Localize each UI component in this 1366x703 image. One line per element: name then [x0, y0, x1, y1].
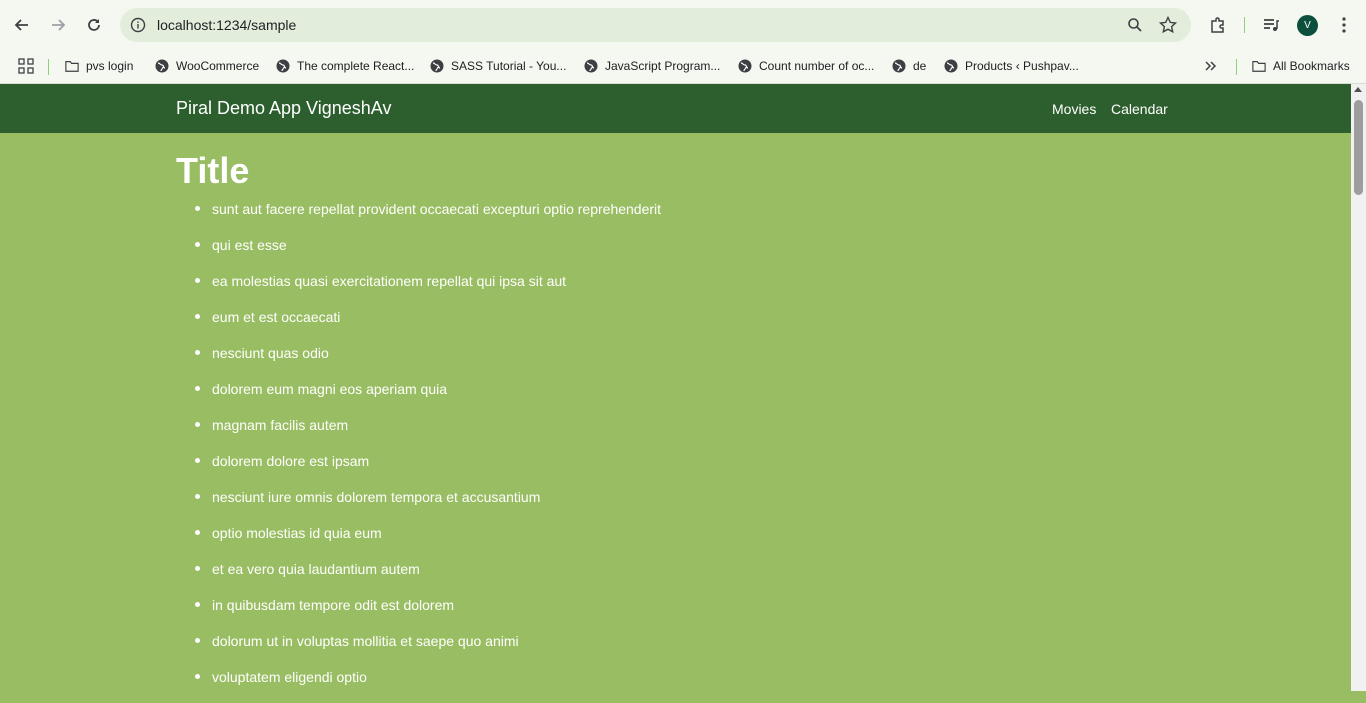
bookmark-star-icon[interactable]: [1158, 15, 1178, 35]
list-item: in quibusdam tempore odit est dolorem: [194, 595, 661, 631]
bookmark-item[interactable]: Count number of oc...: [738, 56, 874, 76]
list-item: qui est esse: [194, 235, 661, 271]
double-chevron-right-icon: [1205, 61, 1217, 71]
toolbar-divider: [1244, 17, 1245, 33]
bookmark-item[interactable]: de: [892, 56, 926, 76]
apps-grid-icon: [18, 58, 34, 74]
globe-icon: [892, 59, 906, 73]
bookmark-label: de: [913, 59, 927, 73]
list-item: nesciunt iure omnis dolorem tempora et a…: [194, 487, 661, 523]
browser-toolbar: localhost:1234/sample V: [0, 0, 1366, 50]
profile-avatar[interactable]: V: [1297, 15, 1318, 36]
bookmark-item[interactable]: Products ‹ Pushpav...: [944, 56, 1079, 76]
main-content: Title sunt aut facere repellat provident…: [0, 133, 1351, 691]
arrow-right-icon: [52, 19, 66, 31]
folder-icon: [1252, 59, 1266, 73]
bookmark-item[interactable]: The complete React...: [276, 56, 414, 76]
apps-button[interactable]: [18, 56, 34, 76]
media-control-button[interactable]: [1257, 11, 1285, 39]
puzzle-icon: [1211, 17, 1224, 33]
globe-icon: [276, 59, 290, 73]
list-item: voluptatem eligendi optio: [194, 667, 661, 703]
back-button[interactable]: [8, 11, 36, 39]
bookmark-label: WooCommerce: [176, 59, 260, 73]
page-scrollbar[interactable]: [1351, 84, 1366, 691]
url-text[interactable]: localhost:1234/sample: [157, 17, 296, 33]
scroll-up-arrow-icon[interactable]: [1354, 87, 1362, 92]
all-bookmarks-label: All Bookmarks: [1273, 59, 1350, 73]
bookmarks-bar: pvs login WooCommerce The complete React…: [0, 50, 1366, 84]
list-item: sunt aut facere repellat provident occae…: [194, 199, 661, 235]
list-item: dolorem eum magni eos aperiam quia: [194, 379, 661, 415]
bookmark-item[interactable]: JavaScript Program...: [584, 56, 720, 76]
arrow-left-icon: [14, 19, 28, 31]
bookmark-item[interactable]: SASS Tutorial - You...: [430, 56, 566, 76]
nav-link-movies[interactable]: Movies: [1052, 101, 1096, 117]
playlist-icon: [1264, 19, 1279, 31]
bookmark-label: JavaScript Program...: [605, 59, 721, 73]
address-bar[interactable]: localhost:1234/sample: [120, 8, 1191, 42]
page-title: Title: [176, 150, 250, 191]
bookmark-label: Count number of oc...: [759, 59, 875, 73]
bookmarks-divider: [1236, 59, 1237, 75]
list-item: dolorem dolore est ipsam: [194, 451, 661, 487]
app-brand[interactable]: Piral Demo App VigneshAv: [176, 98, 391, 119]
list-item: et ea vero quia laudantium autem: [194, 559, 661, 595]
browser-menu-button[interactable]: [1330, 11, 1358, 39]
globe-icon: [155, 59, 169, 73]
list-item: optio molestias id quia eum: [194, 523, 661, 559]
extensions-button[interactable]: [1204, 11, 1232, 39]
reload-icon: [88, 19, 100, 31]
all-bookmarks-button[interactable]: All Bookmarks: [1252, 56, 1350, 76]
bookmark-label: pvs login: [86, 59, 134, 73]
reload-button[interactable]: [80, 11, 108, 39]
list-item: dolorum ut in voluptas mollitia et saepe…: [194, 631, 661, 667]
site-info-icon[interactable]: [128, 15, 148, 35]
list-item: magnam facilis autem: [194, 415, 661, 451]
bookmark-item[interactable]: WooCommerce: [155, 56, 259, 76]
list-item: nesciunt quas odio: [194, 343, 661, 379]
bookmark-label: SASS Tutorial - You...: [451, 59, 567, 73]
globe-icon: [430, 59, 444, 73]
globe-icon: [944, 59, 958, 73]
globe-icon: [738, 59, 752, 73]
forward-button[interactable]: [44, 11, 72, 39]
list-item: ea molestias quasi exercitationem repell…: [194, 271, 661, 307]
globe-icon: [584, 59, 598, 73]
folder-icon: [65, 59, 79, 73]
nav-link-calendar[interactable]: Calendar: [1111, 101, 1168, 117]
list-item: eum et est occaecati: [194, 307, 661, 343]
bookmarks-divider: [48, 59, 49, 75]
scrollbar-thumb[interactable]: [1354, 100, 1363, 195]
app-navbar: Piral Demo App VigneshAv Movies Calendar: [0, 84, 1351, 133]
bookmark-item[interactable]: pvs login: [65, 56, 133, 76]
zoom-icon[interactable]: [1125, 15, 1145, 35]
more-bookmarks-button[interactable]: [1204, 56, 1218, 76]
more-vert-icon: [1342, 17, 1346, 33]
bookmark-label: The complete React...: [297, 59, 415, 73]
post-list: sunt aut facere repellat provident occae…: [176, 199, 661, 703]
bookmark-label: Products ‹ Pushpav...: [965, 59, 1079, 73]
